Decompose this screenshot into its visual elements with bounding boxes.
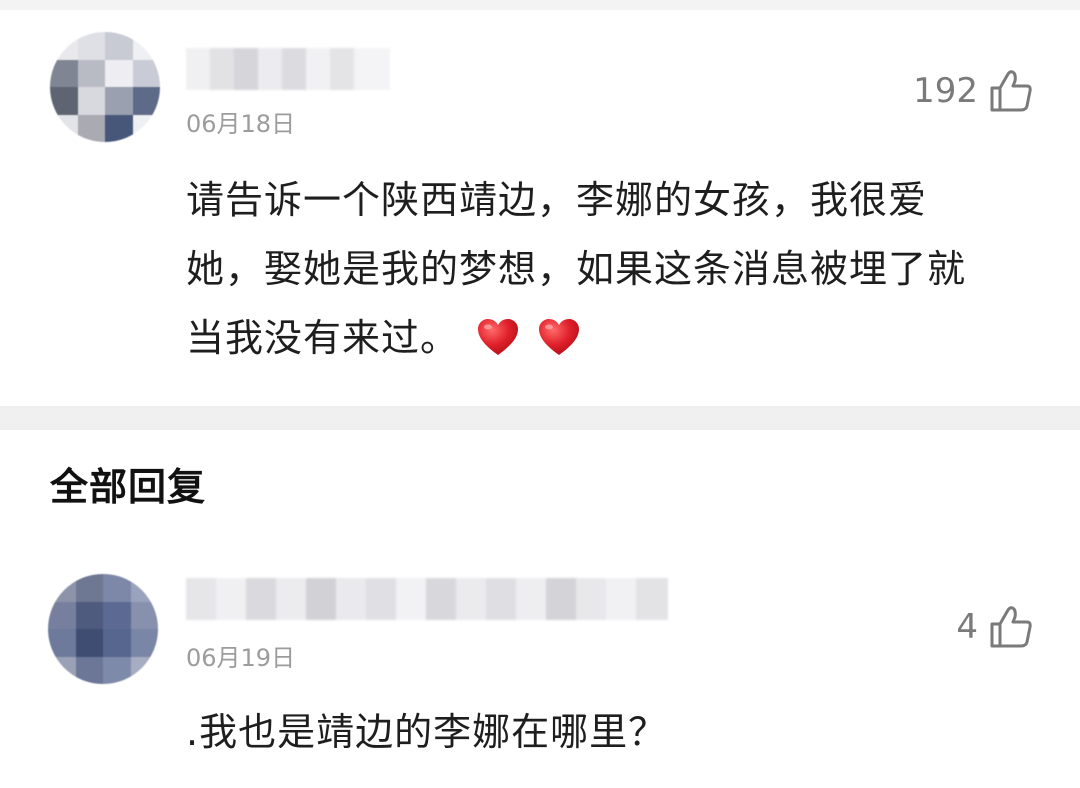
section-divider xyxy=(0,406,1080,430)
comment-text-line: 当我没有来过。 xyxy=(186,316,460,360)
username-redacted[interactable] xyxy=(186,578,668,620)
heart-icon xyxy=(476,310,520,379)
reply-date: 06月19日 xyxy=(186,644,296,672)
replies-section-title: 全部回复 xyxy=(50,465,207,509)
avatar[interactable] xyxy=(50,32,160,142)
like-button[interactable]: 192 xyxy=(913,68,1034,114)
comment-date: 06月18日 xyxy=(186,110,296,138)
thumbs-up-icon xyxy=(988,604,1034,650)
like-count: 192 xyxy=(913,71,978,111)
top-separator xyxy=(0,0,1080,10)
comment-text-line-with-emoji: 当我没有来过。 xyxy=(186,304,1046,379)
like-button[interactable]: 4 xyxy=(956,604,1034,650)
heart-icon xyxy=(537,310,581,379)
avatar[interactable] xyxy=(48,574,158,684)
main-comment: 06月18日 192 请告诉一个陕西靖边，李娜的女孩，我很爱 她，娶她是我的梦想… xyxy=(0,10,1080,406)
thumbs-up-icon xyxy=(988,68,1034,114)
username-redacted[interactable] xyxy=(186,48,390,90)
reply-comment: 06月19日 4 .我也是靖边的李娜在哪里？ xyxy=(0,540,1080,788)
like-count: 4 xyxy=(956,607,978,647)
comment-text-line: 请告诉一个陕西靖边，李娜的女孩，我很爱 xyxy=(186,178,928,222)
comment-text-line: 她，娶她是我的梦想，如果这条消息被埋了就 xyxy=(186,247,967,291)
reply-text: .我也是靖边的李娜在哪里？ xyxy=(186,710,668,754)
comment-text: 请告诉一个陕西靖边，李娜的女孩，我很爱 她，娶她是我的梦想，如果这条消息被埋了就… xyxy=(186,166,1046,379)
